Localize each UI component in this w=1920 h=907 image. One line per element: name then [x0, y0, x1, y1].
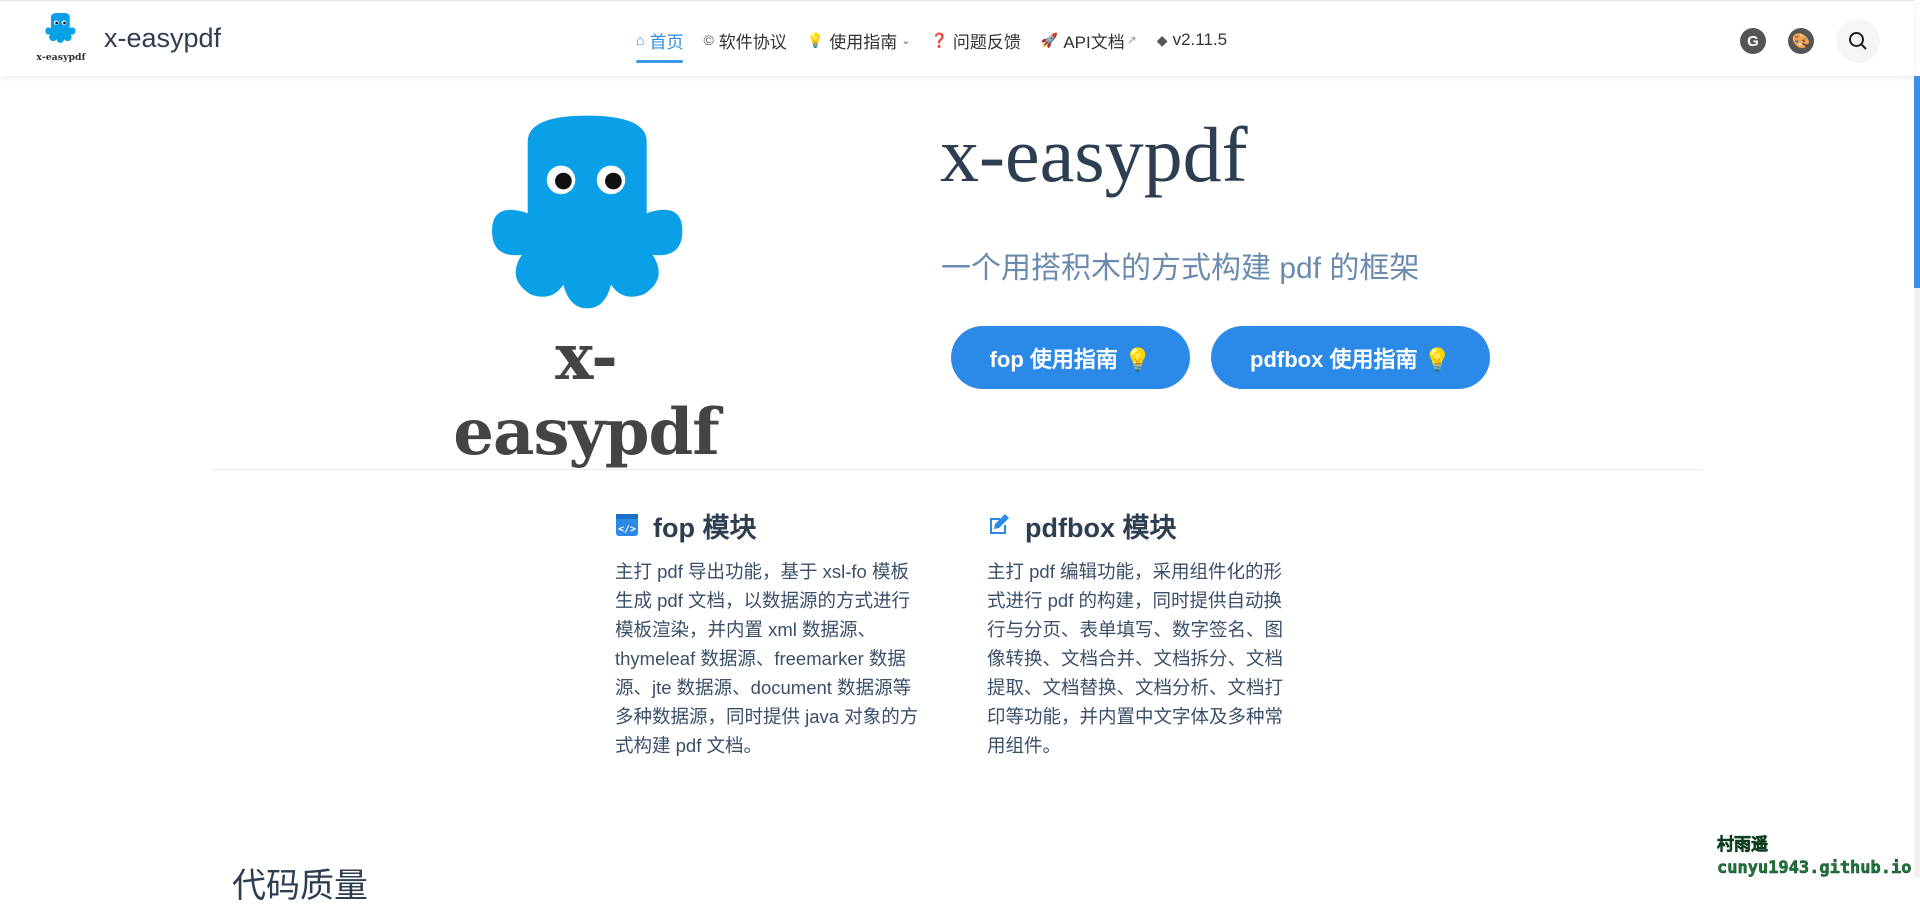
- feature-pdfbox-title: pdfbox 模块: [1025, 512, 1177, 543]
- copyright-icon: ©: [703, 32, 714, 48]
- watermark: 村雨遥 cunyu1943.github.io: [1717, 830, 1912, 879]
- nav-version-label: v2.11.5: [1172, 30, 1228, 49]
- nav-home[interactable]: ⌂ 首页: [636, 23, 684, 63]
- nav-feedback[interactable]: ❓ 问题反馈: [930, 23, 1020, 57]
- feature-pdfbox: pdfbox 模块 主打 pdf 编辑功能，采用组件化的形式进行 pdf 的构建…: [987, 505, 1292, 760]
- tag-icon: ◆: [1156, 31, 1168, 48]
- nav-license-label: 软件协议: [718, 32, 787, 52]
- nav-license[interactable]: © 软件协议: [703, 23, 786, 57]
- search-icon: [1849, 32, 1867, 50]
- scrollbar-thumb[interactable]: [1914, 76, 1920, 288]
- brand-link[interactable]: x-easypdf x-easypdf: [36, 12, 222, 63]
- nav-api-docs[interactable]: 🚀 API文档 ↗: [1041, 23, 1137, 57]
- nav-feedback-label: 问题反馈: [952, 32, 1021, 52]
- feature-fop: </> fop 模块 主打 pdf 导出功能，基于 xsl-fo 模板生成 pdf…: [615, 505, 920, 760]
- hero-logo-text: x-easypdf: [453, 320, 719, 470]
- edit-icon: [987, 513, 1011, 537]
- lightbulb-icon: 💡: [806, 31, 825, 48]
- scrollbar[interactable]: [1914, 76, 1920, 877]
- brand-logo-text: x-easypdf: [36, 52, 86, 63]
- divider: [212, 469, 1702, 470]
- hero-title: x-easypdf: [940, 111, 1248, 198]
- rocket-icon: 🚀: [1040, 31, 1059, 48]
- home-icon: ⌂: [636, 32, 645, 48]
- search-button[interactable]: [1836, 19, 1880, 63]
- svg-text:</>: </>: [618, 524, 636, 535]
- question-icon: ❓: [930, 31, 948, 48]
- feature-fop-title: fop 模块: [653, 512, 757, 543]
- nav-home-label: 首页: [649, 32, 684, 52]
- top-navbar: x-easypdf x-easypdf ⌂ 首页 © 软件协议 💡 使用指南 ⌄ ❓ 问题…: [0, 0, 1914, 76]
- chevron-down-icon: ⌄: [901, 34, 911, 47]
- code-quality-heading: 代码质量: [232, 867, 368, 905]
- hero-subtitle: 一个用搭积木的方式构建 pdf 的框架: [941, 252, 1420, 285]
- palette-icon[interactable]: 🎨: [1788, 28, 1814, 54]
- watermark-name: 村雨遥: [1717, 835, 1769, 856]
- nav-guide-label: 使用指南: [829, 32, 898, 52]
- nav-guide[interactable]: 💡 使用指南 ⌄: [807, 23, 911, 57]
- brand-name: x-easypdf: [104, 22, 222, 53]
- nav-api-label: API文档: [1063, 32, 1125, 52]
- nav-version[interactable]: ◆ v2.11.5: [1157, 23, 1227, 57]
- navbar-right-icons: G 🎨: [1740, 19, 1880, 63]
- fop-guide-button[interactable]: fop 使用指南 💡: [951, 326, 1190, 389]
- feature-pdfbox-details: 主打 pdf 编辑功能，采用组件化的形式进行 pdf 的构建，同时提供自动换行与…: [987, 561, 1284, 756]
- pdfbox-guide-button[interactable]: pdfbox 使用指南 💡: [1211, 326, 1490, 389]
- feature-fop-details: 主打 pdf 导出功能，基于 xsl-fo 模板生成 pdf 文档，以数据源的方…: [615, 561, 919, 756]
- gitee-icon[interactable]: G: [1740, 28, 1766, 54]
- brand-logo: x-easypdf: [36, 12, 87, 63]
- code-window-icon: </>: [615, 513, 639, 537]
- nav-links: ⌂ 首页 © 软件协议 💡 使用指南 ⌄ ❓ 问题反馈 🚀 API文档 ↗ ◆ v2.11.5: [636, 23, 1247, 63]
- watermark-site: cunyu1943.github.io: [1717, 858, 1912, 879]
- external-link-icon: ↗: [1126, 33, 1137, 47]
